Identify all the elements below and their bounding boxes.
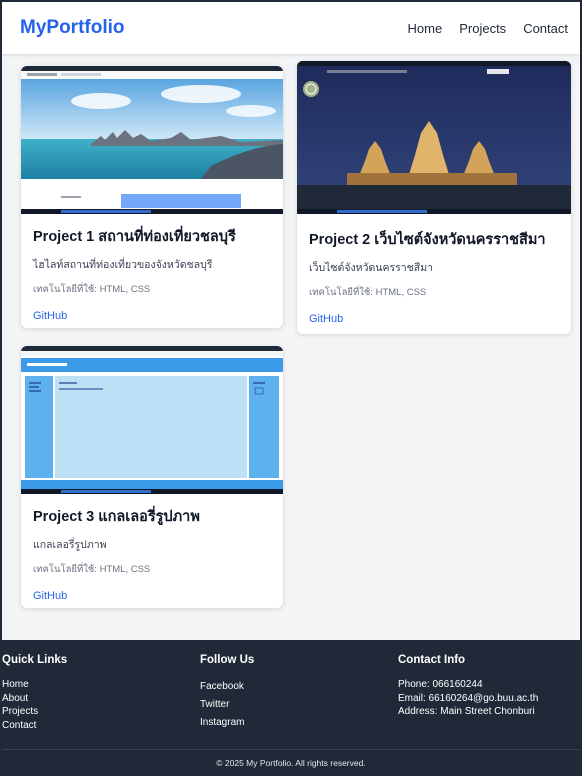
contact-info-section: Contact Info Phone: 066160244 Email: 661… xyxy=(398,654,538,719)
github-link[interactable]: GitHub xyxy=(309,313,343,325)
nav-projects-link[interactable]: Projects xyxy=(459,21,506,36)
twitter-link[interactable]: Twitter xyxy=(200,699,229,710)
site-header: MyPortfolio Home Projects Contact xyxy=(0,0,582,54)
footer-about-link[interactable]: About xyxy=(2,693,28,704)
project-card-3: Project 3 แกลเลอรี่รูปภาพ แกลเลอรี่รูปภา… xyxy=(21,346,283,608)
footer-home-link[interactable]: Home xyxy=(2,679,29,690)
contact-phone: Phone: 066160244 xyxy=(398,679,483,690)
project-description: เว็บไซต์จังหวัดนครราชสีมา xyxy=(309,261,434,274)
project-card-1: Project 1 สถานที่ท่องเที่ยวชลบุรี ไฮไลท์… xyxy=(21,66,283,328)
nav-home-link[interactable]: Home xyxy=(408,21,443,36)
project-tech: เทคโนโลยีที่ใช้: HTML, CSS xyxy=(33,283,151,295)
quick-links-section: Quick Links Home About Projects Contact xyxy=(2,654,67,732)
copyright-text: © 2025 My Portfolio. All rights reserved… xyxy=(216,758,366,768)
beach-city-image xyxy=(21,66,283,214)
contact-address: Address: Main Street Chonburi xyxy=(398,706,535,717)
project-title: Project 3 แกลเลอรี่รูปภาพ xyxy=(33,509,200,525)
project-tech: เทคโนโลยีที่ใช้: HTML, CSS xyxy=(33,563,151,575)
instagram-link[interactable]: Instagram xyxy=(200,717,244,728)
project-1-screenshot xyxy=(21,66,283,214)
main-nav: Home Projects Contact xyxy=(408,21,568,36)
project-description: แกลเลอรี่รูปภาพ xyxy=(33,538,107,551)
footer-projects-link[interactable]: Projects xyxy=(2,706,38,717)
quick-links-heading: Quick Links xyxy=(2,654,68,666)
github-link[interactable]: GitHub xyxy=(33,590,67,602)
site-footer: Quick Links Home About Projects Contact … xyxy=(0,640,582,776)
gallery-page-image xyxy=(21,346,283,494)
project-description: ไฮไลท์สถานที่ท่องเที่ยวของจังหวัดชลบุรี xyxy=(33,258,213,271)
brand-logo[interactable]: MyPortfolio xyxy=(20,17,125,39)
follow-us-heading: Follow Us xyxy=(200,654,255,666)
project-title: Project 2 เว็บไซต์จังหวัดนครราชสีมา xyxy=(309,232,546,248)
footer-divider xyxy=(0,749,582,750)
project-3-screenshot xyxy=(21,346,283,494)
temple-night-image xyxy=(297,61,571,214)
facebook-link[interactable]: Facebook xyxy=(200,681,244,692)
contact-email: Email: 66160264@go.buu.ac.th xyxy=(398,692,539,704)
footer-contact-link[interactable]: Contact xyxy=(2,720,36,731)
github-link[interactable]: GitHub xyxy=(33,310,67,322)
nav-contact-link[interactable]: Contact xyxy=(523,21,568,36)
project-2-screenshot xyxy=(297,61,571,214)
project-title: Project 1 สถานที่ท่องเที่ยวชลบุรี xyxy=(33,229,236,245)
project-card-2: Project 2 เว็บไซต์จังหวัดนครราชสีมา เว็บ… xyxy=(297,61,571,334)
contact-info-heading: Contact Info xyxy=(398,654,466,666)
follow-us-section: Follow Us Facebook Twitter Instagram xyxy=(200,654,254,732)
project-tech: เทคโนโลยีที่ใช้: HTML, CSS xyxy=(309,286,427,298)
